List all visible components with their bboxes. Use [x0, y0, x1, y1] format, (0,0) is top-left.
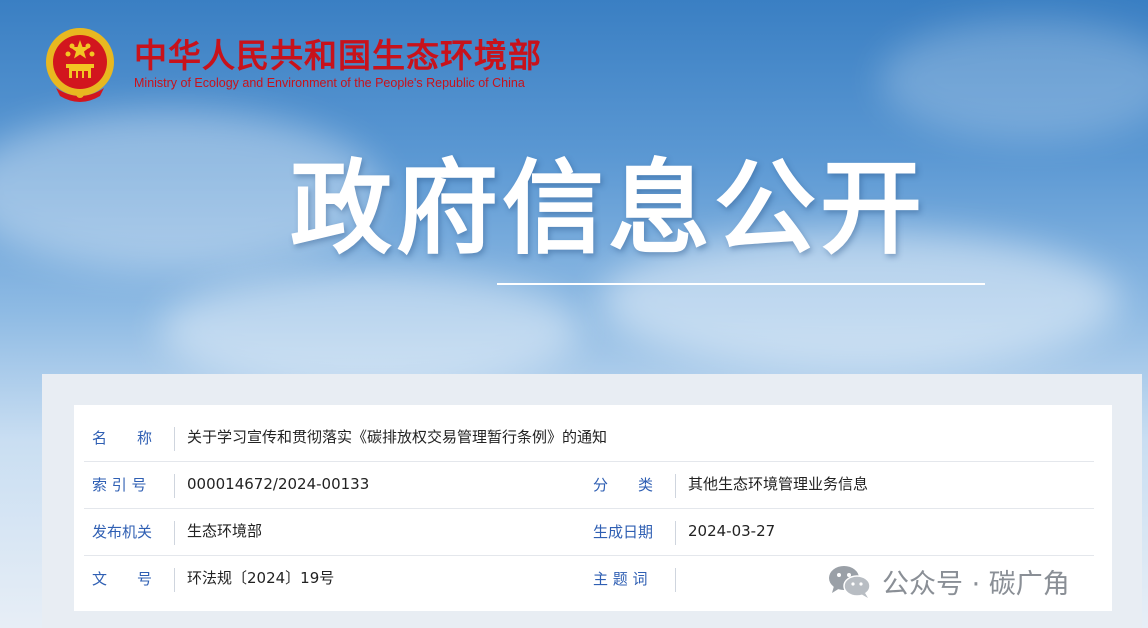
category-label: 分 类 [593, 476, 654, 494]
docno-value: 环法规〔2024〕19号 [187, 569, 335, 587]
category-value: 其他生态环境管理业务信息 [688, 475, 869, 493]
ministry-name-en: Ministry of Ecology and Environment of t… [134, 76, 525, 90]
issuer-value: 生态环境部 [187, 522, 263, 540]
divider [174, 568, 175, 592]
date-label: 生成日期 [593, 523, 654, 541]
issuer-label: 发布机关 [92, 523, 153, 541]
info-row-index: 索 引 号 000014672/2024-00133 分 类 其他生态环境管理业… [84, 462, 1094, 509]
info-row-issuer: 发布机关 生态环境部 生成日期 2024-03-27 [84, 509, 1094, 556]
name-value: 关于学习宣传和贯彻落实《碳排放权交易管理暂行条例》的通知 [187, 428, 608, 446]
site-header[interactable]: 中华人民共和国生态环境部 Ministry of Ecology and Env… [42, 24, 542, 104]
divider [675, 474, 676, 498]
index-value: 000014672/2024-00133 [187, 475, 370, 493]
divider [675, 568, 676, 592]
name-label: 名 称 [92, 429, 153, 447]
divider [174, 474, 175, 498]
wechat-icon [828, 564, 872, 600]
banner-title: 政府信息公开 [290, 150, 926, 269]
topic-label: 主 题 词 [593, 570, 648, 588]
index-label: 索 引 号 [92, 476, 147, 494]
wechat-watermark: 公众号 · 碳广角 [828, 562, 1070, 601]
info-row-name: 名 称 关于学习宣传和贯彻落实《碳排放权交易管理暂行条例》的通知 [84, 415, 1094, 462]
ministry-name-cn: 中华人民共和国生态环境部 [134, 36, 542, 75]
banner-underline [497, 283, 985, 285]
divider [174, 427, 175, 451]
national-emblem-icon [42, 24, 118, 104]
divider [675, 521, 676, 545]
watermark-text: 公众号 · 碳广角 [882, 569, 1070, 600]
date-value: 2024-03-27 [688, 522, 776, 540]
docno-label: 文 号 [92, 570, 153, 588]
divider [174, 521, 175, 545]
